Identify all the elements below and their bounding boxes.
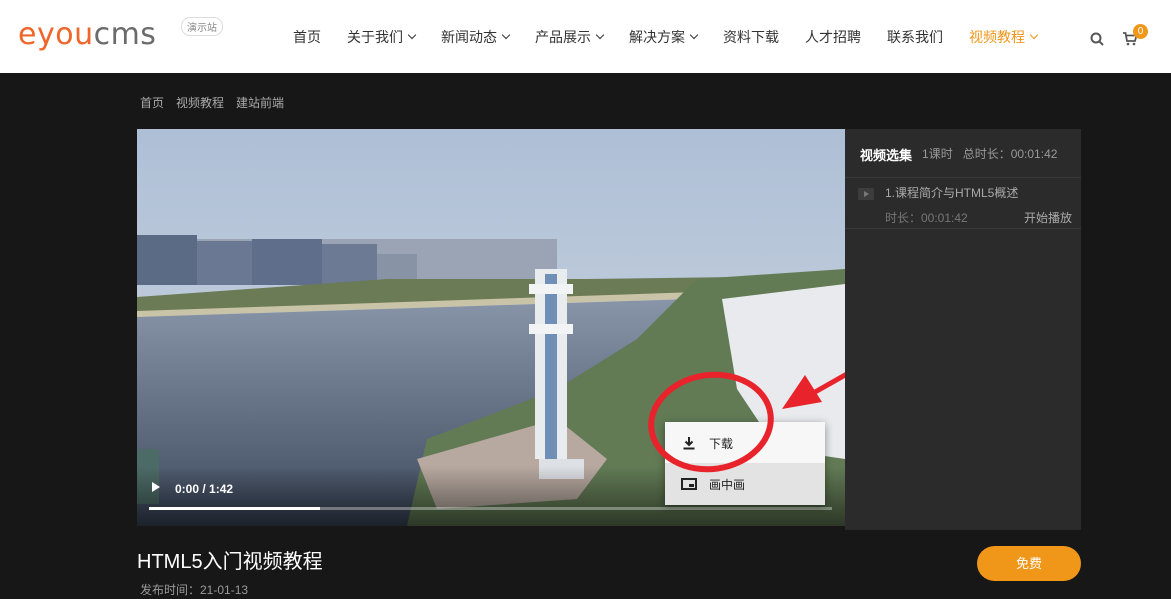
course-title: HTML5入门视频教程: [137, 551, 323, 573]
picture-in-picture-icon: [679, 478, 699, 490]
video-context-menu: 下载 画中画: [665, 422, 825, 505]
chevron-down-icon: [689, 30, 699, 39]
nav-item-3[interactable]: 产品展示: [535, 27, 605, 47]
nav-item-label: 人才招聘: [805, 28, 861, 45]
video-play-icon: [858, 188, 874, 200]
playlist-item[interactable]: 1.课程简介与HTML5概述 时长：00:01:42 开始播放: [845, 177, 1081, 229]
nav-item-6[interactable]: 人才招聘: [805, 27, 861, 47]
nav-item-label: 资料下载: [723, 28, 779, 45]
playlist-title: 视频选集: [860, 148, 913, 163]
start-play-link[interactable]: 开始播放: [1024, 209, 1072, 226]
nav-item-8[interactable]: 视频教程: [969, 27, 1039, 47]
menu-item-picture-in-picture[interactable]: 画中画: [665, 463, 825, 505]
breadcrumb-category[interactable]: 建站前端: [236, 94, 284, 111]
site-header: eyoucms 演示站 首页 关于我们 新闻动态 产品展示 解决方案 资料下载 人才招聘 联系…: [0, 0, 1171, 73]
episode-playlist: 视频选集 1课时 总时长：00:01:42 1.课程简介与HTML5概述 时长：…: [845, 129, 1081, 530]
play-button[interactable]: [152, 482, 160, 492]
demo-badge: 演示站: [181, 17, 223, 36]
progress-bar[interactable]: [149, 507, 832, 510]
nav-item-label: 视频教程: [969, 28, 1025, 45]
progress-fill: [149, 507, 320, 510]
nav-item-label: 关于我们: [347, 28, 403, 45]
breadcrumb-video[interactable]: 视频教程: [176, 94, 224, 111]
lesson-count: 1课时: [922, 147, 953, 161]
search-icon[interactable]: [1090, 32, 1104, 46]
chevron-down-icon: [501, 30, 511, 39]
nav-item-7[interactable]: 联系我们: [887, 27, 943, 47]
episode-duration: 时长：00:01:42: [885, 211, 968, 225]
nav-item-1[interactable]: 关于我们: [347, 27, 417, 47]
chevron-down-icon: [1029, 30, 1039, 39]
cart-count-badge: 0: [1133, 24, 1148, 39]
nav-item-5[interactable]: 资料下载: [723, 27, 779, 47]
playlist-header: 视频选集 1课时 总时长：00:01:42: [860, 145, 1057, 164]
main-nav: 首页 关于我们 新闻动态 产品展示 解决方案 资料下载 人才招聘 联系我们 视频教程: [280, 0, 1050, 73]
total-duration: 总时长：00:01:42: [962, 147, 1058, 161]
episode-title[interactable]: 1.课程简介与HTML5概述: [885, 184, 1018, 201]
nav-item-label: 解决方案: [629, 28, 685, 45]
chevron-down-icon: [595, 30, 605, 39]
nav-item-label: 首页: [293, 28, 321, 45]
nav-item-0[interactable]: 首页: [293, 27, 321, 47]
publish-date: 发布时间：21-01-13: [140, 583, 249, 597]
free-button[interactable]: 免费: [977, 546, 1081, 581]
nav-item-4[interactable]: 解决方案: [629, 27, 699, 47]
chevron-down-icon: [407, 30, 417, 39]
menu-item-label: 下载: [709, 436, 734, 451]
download-icon: [679, 436, 699, 450]
nav-item-2[interactable]: 新闻动态: [441, 27, 511, 47]
menu-item-download[interactable]: 下载: [665, 422, 825, 464]
breadcrumb-home[interactable]: 首页: [140, 94, 164, 111]
menu-item-label: 画中画: [709, 477, 746, 492]
nav-item-label: 新闻动态: [441, 28, 497, 45]
breadcrumb: 首页 视频教程 建站前端: [140, 94, 296, 111]
site-logo[interactable]: eyoucms: [18, 17, 156, 52]
nav-item-label: 产品展示: [535, 28, 591, 45]
nav-item-label: 联系我们: [887, 28, 943, 45]
playback-time: 0:00 / 1:42: [175, 482, 234, 496]
